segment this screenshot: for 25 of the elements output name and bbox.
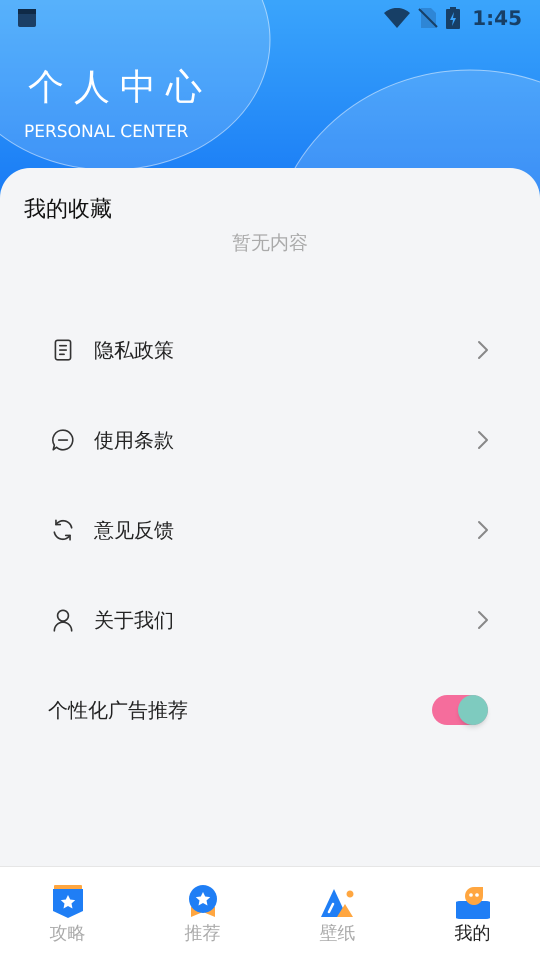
user-avatar-icon: [456, 885, 490, 919]
mountain-icon: [320, 887, 356, 919]
empty-state-text: 暂无内容: [231, 231, 309, 256]
chevron-right-icon: [476, 520, 490, 540]
page-subtitle: PERSONAL CENTER: [24, 121, 190, 144]
page-title: 个人中心: [28, 66, 213, 110]
toggle-switch[interactable]: [432, 695, 488, 725]
nav-tab[interactable]: 我的: [405, 867, 540, 960]
notification-icon: [18, 9, 36, 27]
menu-item[interactable]: 意见反馈: [0, 485, 540, 575]
battery-charging-icon: [446, 7, 460, 29]
menu-item[interactable]: 隐私政策: [0, 305, 540, 395]
setting-label: 个性化广告推荐: [48, 697, 189, 724]
shield-star-icon: [52, 885, 82, 919]
chat-bubble-icon: [50, 427, 76, 453]
status-time: 1:45: [472, 5, 522, 32]
no-sim-icon: [418, 7, 438, 29]
section-title: 我的收藏: [24, 196, 113, 224]
chevron-right-icon: [476, 430, 490, 450]
medal-icon: [188, 885, 218, 919]
chevron-right-icon: [476, 340, 490, 360]
chevron-right-icon: [476, 610, 490, 630]
wifi-icon: [384, 8, 410, 28]
menu-item[interactable]: 关于我们: [0, 575, 540, 665]
menu-item[interactable]: 使用条款: [0, 395, 540, 485]
